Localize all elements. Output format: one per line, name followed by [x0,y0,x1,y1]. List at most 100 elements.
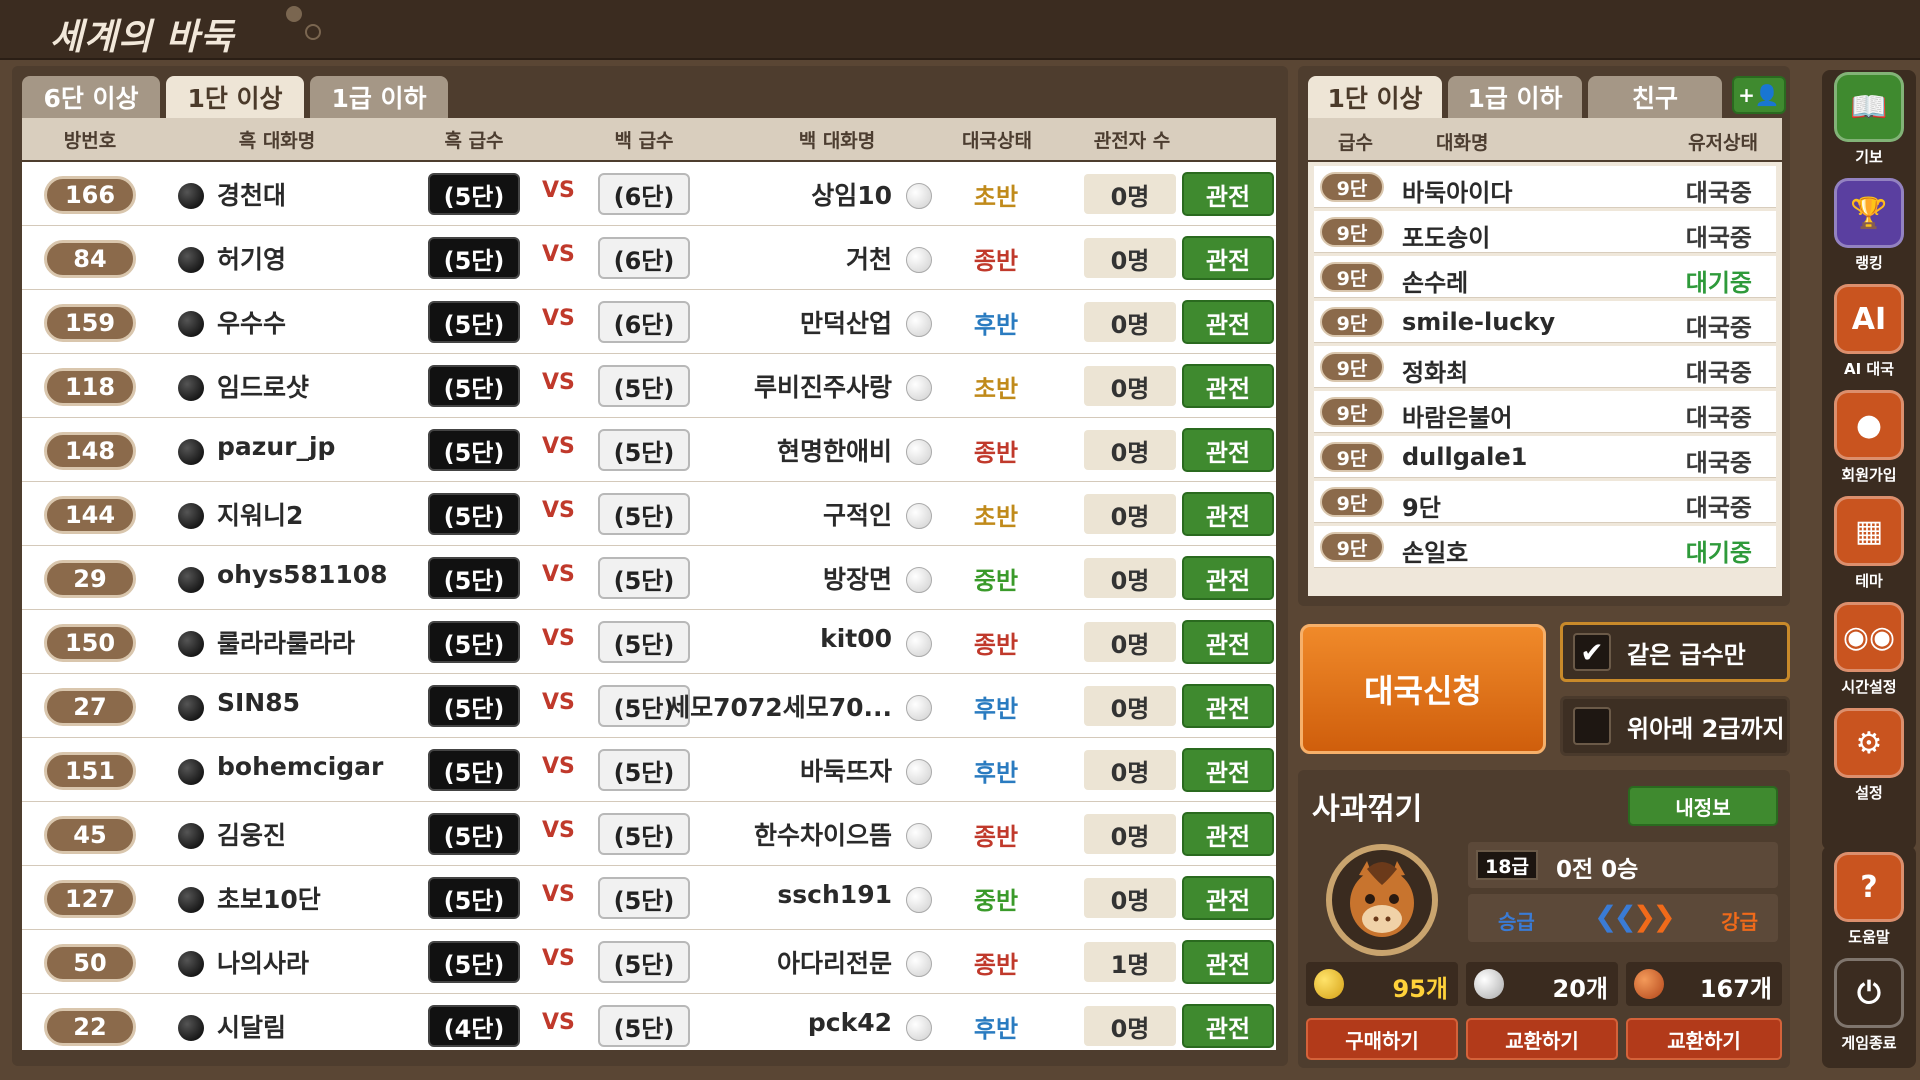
white-player-name: 한수차이으뜸 [753,821,892,850]
side-nav-item[interactable]: 📖 기보 [1831,72,1907,167]
room-number-badge[interactable]: 45 [44,816,136,854]
watch-button[interactable]: 관전 [1182,492,1274,536]
match-request-button[interactable]: 대국신청 [1300,624,1546,754]
room-number-badge[interactable]: 84 [44,240,136,278]
header-user-name: 대화명 [1436,132,1489,154]
side-nav-item[interactable]: 🏆 랭킹 [1831,178,1907,273]
side-nav-item[interactable]: ⏻ 게임종료 [1831,958,1907,1053]
user-row[interactable]: 9단 smile-lucky 대국중 [1314,301,1776,343]
ai-chip-icon: AI [1834,284,1904,354]
side-nav-label: 랭킹 [1855,254,1883,272]
clock-icon: ◉◉ [1834,602,1904,672]
spectator-count: 0명 [1084,878,1176,918]
user-row[interactable]: 9단 바람은불어 대국중 [1314,391,1776,433]
room-number-badge[interactable]: 148 [44,432,136,470]
watch-button[interactable]: 관전 [1182,556,1274,600]
room-number-badge[interactable]: 50 [44,944,136,982]
watch-button[interactable]: 관전 [1182,428,1274,472]
room-number-badge[interactable]: 159 [44,304,136,342]
watch-button[interactable]: 관전 [1182,172,1274,216]
watch-button[interactable]: 관전 [1182,748,1274,792]
game-state: 종반 [973,951,1019,979]
watch-button[interactable]: 관전 [1182,364,1274,408]
white-stone-icon [906,1015,932,1041]
spectator-count: 0명 [1084,558,1176,598]
game-state: 종반 [973,823,1019,851]
side-nav-item[interactable]: ? 도움말 [1831,852,1907,947]
watch-button[interactable]: 관전 [1182,876,1274,920]
add-friend-button[interactable]: +👤 [1732,76,1786,114]
user-status: 대국중 [1685,359,1752,387]
check-icon: ✔ [1580,635,1604,669]
room-number-badge[interactable]: 144 [44,496,136,534]
help-icon: ? [1834,852,1904,922]
side-nav-label: 도움말 [1848,928,1890,946]
room-number-badge[interactable]: 166 [44,176,136,214]
user-row[interactable]: 9단 정화최 대국중 [1314,346,1776,388]
watch-button[interactable]: 관전 [1182,812,1274,856]
avatar [1326,844,1438,956]
black-rank-badge: (5단) [428,301,520,343]
user-name: 손수레 [1402,269,1469,297]
watch-button[interactable]: 관전 [1182,1004,1274,1048]
exchange-silver-button[interactable]: 교환하기 [1466,1018,1618,1060]
black-rank-badge: (5단) [428,493,520,535]
within-2-rank-option[interactable]: 위아래 2급까지 [1560,696,1790,756]
within-2-rank-checkbox[interactable] [1573,707,1611,745]
room-number-badge[interactable]: 27 [44,688,136,726]
table-row: 166 경천대 (5단) VS (6단) 상임10 초반 0명 관전 [22,162,1276,226]
black-stone-icon [178,183,204,209]
user-row[interactable]: 9단 포도송이 대국중 [1314,211,1776,253]
user-row[interactable]: 9단 바둑아이다 대국중 [1314,166,1776,208]
black-player-name: 우수수 [217,309,287,338]
user-status: 대국중 [1685,179,1752,207]
black-player-name: SIN85 [217,688,301,717]
my-info-button[interactable]: 내정보 [1628,786,1778,826]
book-icon: 📖 [1834,72,1904,142]
same-rank-checkbox[interactable]: ✔ [1573,633,1611,671]
game-state: 후반 [973,695,1019,723]
black-stone-icon [178,1015,204,1041]
side-nav-item[interactable]: ◉◉ 시간설정 [1831,602,1907,697]
spectator-count: 0명 [1084,430,1176,470]
spectator-count: 1명 [1084,942,1176,982]
room-number-badge[interactable]: 127 [44,880,136,918]
side-nav-item[interactable]: AI AI 대국 [1831,284,1907,379]
watch-button[interactable]: 관전 [1182,620,1274,664]
tab-1geup-down[interactable]: 1급 이하 [310,76,448,118]
side-nav-item[interactable]: ▦ 테마 [1831,496,1907,591]
header-state: 대국상태 [962,129,1032,152]
tab-6dan-up[interactable]: 6단 이상 [22,76,160,118]
user-row[interactable]: 9단 손일호 대기중 [1314,526,1776,568]
spectator-count: 0명 [1084,750,1176,790]
user-row[interactable]: 9단 손수레 대기중 [1314,256,1776,298]
tab-friends[interactable]: 친구 [1588,76,1722,118]
white-player-name: pck42 [807,1008,892,1037]
room-number-badge[interactable]: 150 [44,624,136,662]
side-nav-item[interactable]: ● 회원가입 [1831,390,1907,485]
tab-1dan-up[interactable]: 1단 이상 [166,76,304,118]
buy-button[interactable]: 구매하기 [1306,1018,1458,1060]
watch-button[interactable]: 관전 [1182,684,1274,728]
user-name: smile-lucky [1402,308,1556,336]
tab-users-1dan-up[interactable]: 1단 이상 [1308,76,1442,118]
room-number-badge[interactable]: 29 [44,560,136,598]
exchange-bronze-button[interactable]: 교환하기 [1626,1018,1782,1060]
watch-button[interactable]: 관전 [1182,300,1274,344]
tab-users-1geup-down[interactable]: 1급 이하 [1448,76,1582,118]
user-status: 대국중 [1685,404,1752,432]
gold-coin-icon [1314,969,1344,999]
room-number-badge[interactable]: 22 [44,1008,136,1046]
game-table-header: 방번호 흑 대화명 흑 급수 백 급수 백 대화명 대국상태 관전자 수 [22,118,1276,160]
user-row[interactable]: 9단 dullgale1 대국중 [1314,436,1776,478]
watch-button[interactable]: 관전 [1182,236,1274,280]
same-rank-option[interactable]: ✔ 같은 급수만 [1560,622,1790,682]
white-rank-badge: (5단) [598,557,690,599]
side-nav-item[interactable]: ⚙ 설정 [1831,708,1907,803]
watch-button[interactable]: 관전 [1182,940,1274,984]
power-icon: ⏻ [1834,958,1904,1028]
room-number-badge[interactable]: 118 [44,368,136,406]
user-row[interactable]: 9단 9단 대국중 [1314,481,1776,523]
room-number-badge[interactable]: 151 [44,752,136,790]
white-player-name: 아다리전문 [776,949,892,978]
